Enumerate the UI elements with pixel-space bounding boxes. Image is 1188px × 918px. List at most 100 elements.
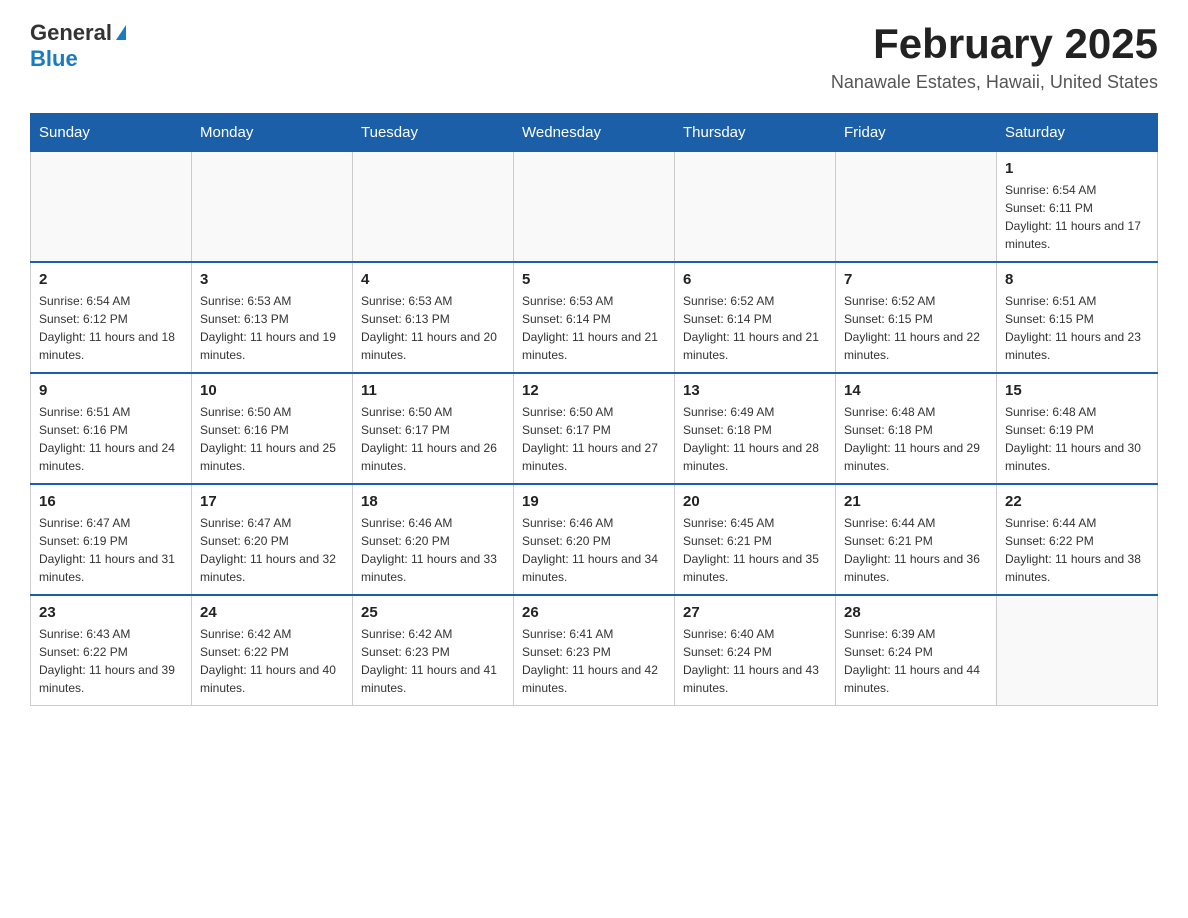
logo-triangle-icon <box>116 25 126 40</box>
day-number: 24 <box>200 604 344 621</box>
calendar-day-cell: 14Sunrise: 6:48 AMSunset: 6:18 PMDayligh… <box>836 373 997 484</box>
day-number: 9 <box>39 382 183 399</box>
calendar-day-cell <box>514 152 675 263</box>
page-title: February 2025 <box>831 20 1158 68</box>
day-info: Sunrise: 6:40 AMSunset: 6:24 PMDaylight:… <box>683 625 827 697</box>
day-number: 25 <box>361 604 505 621</box>
calendar-day-cell <box>353 152 514 263</box>
day-number: 23 <box>39 604 183 621</box>
day-info: Sunrise: 6:52 AMSunset: 6:15 PMDaylight:… <box>844 292 988 364</box>
calendar-day-cell: 10 Sunrise: 6:50 AMSunset: 6:16 PMDayligh… <box>192 373 353 484</box>
calendar-day-cell: 12 Sunrise: 6:50 AMSunset: 6:17 PMDayligh… <box>514 373 675 484</box>
col-thursday: Thursday <box>675 114 836 152</box>
calendar-day-cell: 21Sunrise: 6:44 AMSunset: 6:21 PMDayligh… <box>836 484 997 595</box>
day-number: 22 <box>1005 493 1149 510</box>
page-header: General Blue February 2025 Nanawale Esta… <box>30 20 1158 93</box>
day-number: 18 <box>361 493 505 510</box>
day-info: Sunrise: 6:52 AMSunset: 6:14 PMDaylight:… <box>683 292 827 364</box>
calendar-day-cell: 25 Sunrise: 6:42 AMSunset: 6:23 PMDayligh… <box>353 595 514 706</box>
day-info: Sunrise: 6:54 AMSunset: 6:11 PMDaylight:… <box>1005 181 1149 253</box>
day-number: 8 <box>1005 271 1149 288</box>
col-sunday: Sunday <box>31 114 192 152</box>
day-info: Sunrise: 6:53 AMSunset: 6:13 PMDaylight:… <box>361 292 505 364</box>
calendar-day-cell: 5Sunrise: 6:53 AMSunset: 6:14 PMDaylight… <box>514 262 675 373</box>
day-number: 11 <box>361 382 505 399</box>
calendar-week-row: 9 Sunrise: 6:51 AMSunset: 6:16 PMDaylight… <box>31 373 1158 484</box>
day-number: 2 <box>39 271 183 288</box>
day-info: Sunrise: 6:51 AMSunset: 6:15 PMDaylight:… <box>1005 292 1149 364</box>
day-number: 13 <box>683 382 827 399</box>
day-info: Sunrise: 6:42 AMSunset: 6:23 PMDaylight:… <box>361 625 505 697</box>
calendar-day-cell: 26 Sunrise: 6:41 AMSunset: 6:23 PMDayligh… <box>514 595 675 706</box>
calendar-day-cell: 16 Sunrise: 6:47 AMSunset: 6:19 PMDayligh… <box>31 484 192 595</box>
calendar-day-cell: 2 Sunrise: 6:54 AMSunset: 6:12 PMDaylight… <box>31 262 192 373</box>
col-wednesday: Wednesday <box>514 114 675 152</box>
day-info: Sunrise: 6:42 AMSunset: 6:22 PMDaylight:… <box>200 625 344 697</box>
day-number: 27 <box>683 604 827 621</box>
day-number: 12 <box>522 382 666 399</box>
day-info: Sunrise: 6:47 AMSunset: 6:19 PMDaylight:… <box>39 514 183 586</box>
logo-general-text: General <box>30 20 112 46</box>
calendar-day-cell: 15 Sunrise: 6:48 AMSunset: 6:19 PMDayligh… <box>997 373 1158 484</box>
calendar-day-cell: 8 Sunrise: 6:51 AMSunset: 6:15 PMDaylight… <box>997 262 1158 373</box>
calendar-day-cell: 27 Sunrise: 6:40 AMSunset: 6:24 PMDayligh… <box>675 595 836 706</box>
day-number: 19 <box>522 493 666 510</box>
calendar-day-cell: 1 Sunrise: 6:54 AMSunset: 6:11 PMDaylight… <box>997 152 1158 263</box>
calendar-header: Sunday Monday Tuesday Wednesday Thursday… <box>31 114 1158 152</box>
calendar-body: 1 Sunrise: 6:54 AMSunset: 6:11 PMDaylight… <box>31 152 1158 706</box>
day-info: Sunrise: 6:54 AMSunset: 6:12 PMDaylight:… <box>39 292 183 364</box>
day-info: Sunrise: 6:41 AMSunset: 6:23 PMDaylight:… <box>522 625 666 697</box>
calendar-day-cell: 6 Sunrise: 6:52 AMSunset: 6:14 PMDaylight… <box>675 262 836 373</box>
weekday-header-row: Sunday Monday Tuesday Wednesday Thursday… <box>31 114 1158 152</box>
calendar-day-cell <box>31 152 192 263</box>
day-info: Sunrise: 6:49 AMSunset: 6:18 PMDaylight:… <box>683 403 827 475</box>
calendar-week-row: 2 Sunrise: 6:54 AMSunset: 6:12 PMDaylight… <box>31 262 1158 373</box>
calendar-week-row: 23 Sunrise: 6:43 AMSunset: 6:22 PMDayligh… <box>31 595 1158 706</box>
day-info: Sunrise: 6:48 AMSunset: 6:19 PMDaylight:… <box>1005 403 1149 475</box>
day-number: 1 <box>1005 160 1149 177</box>
col-tuesday: Tuesday <box>353 114 514 152</box>
day-info: Sunrise: 6:46 AMSunset: 6:20 PMDaylight:… <box>522 514 666 586</box>
calendar-day-cell: 18 Sunrise: 6:46 AMSunset: 6:20 PMDayligh… <box>353 484 514 595</box>
day-number: 15 <box>1005 382 1149 399</box>
col-friday: Friday <box>836 114 997 152</box>
calendar-day-cell: 7Sunrise: 6:52 AMSunset: 6:15 PMDaylight… <box>836 262 997 373</box>
day-number: 26 <box>522 604 666 621</box>
calendar-day-cell <box>675 152 836 263</box>
day-number: 10 <box>200 382 344 399</box>
calendar-table: Sunday Monday Tuesday Wednesday Thursday… <box>30 113 1158 706</box>
calendar-day-cell: 22 Sunrise: 6:44 AMSunset: 6:22 PMDayligh… <box>997 484 1158 595</box>
logo-blue-text: Blue <box>30 46 78 71</box>
day-number: 16 <box>39 493 183 510</box>
calendar-day-cell: 17 Sunrise: 6:47 AMSunset: 6:20 PMDayligh… <box>192 484 353 595</box>
title-area: February 2025 Nanawale Estates, Hawaii, … <box>831 20 1158 93</box>
day-number: 6 <box>683 271 827 288</box>
calendar-day-cell <box>192 152 353 263</box>
day-info: Sunrise: 6:53 AMSunset: 6:13 PMDaylight:… <box>200 292 344 364</box>
day-number: 17 <box>200 493 344 510</box>
day-info: Sunrise: 6:51 AMSunset: 6:16 PMDaylight:… <box>39 403 183 475</box>
day-number: 5 <box>522 271 666 288</box>
day-number: 21 <box>844 493 988 510</box>
calendar-day-cell: 11Sunrise: 6:50 AMSunset: 6:17 PMDayligh… <box>353 373 514 484</box>
calendar-week-row: 16 Sunrise: 6:47 AMSunset: 6:19 PMDayligh… <box>31 484 1158 595</box>
calendar-day-cell: 24 Sunrise: 6:42 AMSunset: 6:22 PMDayligh… <box>192 595 353 706</box>
day-info: Sunrise: 6:46 AMSunset: 6:20 PMDaylight:… <box>361 514 505 586</box>
day-number: 3 <box>200 271 344 288</box>
calendar-day-cell <box>836 152 997 263</box>
calendar-day-cell: 23 Sunrise: 6:43 AMSunset: 6:22 PMDayligh… <box>31 595 192 706</box>
calendar-day-cell: 3 Sunrise: 6:53 AMSunset: 6:13 PMDaylight… <box>192 262 353 373</box>
day-info: Sunrise: 6:50 AMSunset: 6:16 PMDaylight:… <box>200 403 344 475</box>
day-info: Sunrise: 6:47 AMSunset: 6:20 PMDaylight:… <box>200 514 344 586</box>
day-info: Sunrise: 6:43 AMSunset: 6:22 PMDaylight:… <box>39 625 183 697</box>
calendar-day-cell: 19 Sunrise: 6:46 AMSunset: 6:20 PMDayligh… <box>514 484 675 595</box>
day-info: Sunrise: 6:44 AMSunset: 6:22 PMDaylight:… <box>1005 514 1149 586</box>
calendar-day-cell: 4Sunrise: 6:53 AMSunset: 6:13 PMDaylight… <box>353 262 514 373</box>
day-info: Sunrise: 6:45 AMSunset: 6:21 PMDaylight:… <box>683 514 827 586</box>
calendar-day-cell: 13 Sunrise: 6:49 AMSunset: 6:18 PMDayligh… <box>675 373 836 484</box>
day-info: Sunrise: 6:50 AMSunset: 6:17 PMDaylight:… <box>522 403 666 475</box>
day-number: 14 <box>844 382 988 399</box>
page-subtitle: Nanawale Estates, Hawaii, United States <box>831 72 1158 93</box>
col-saturday: Saturday <box>997 114 1158 152</box>
calendar-week-row: 1 Sunrise: 6:54 AMSunset: 6:11 PMDaylight… <box>31 152 1158 263</box>
